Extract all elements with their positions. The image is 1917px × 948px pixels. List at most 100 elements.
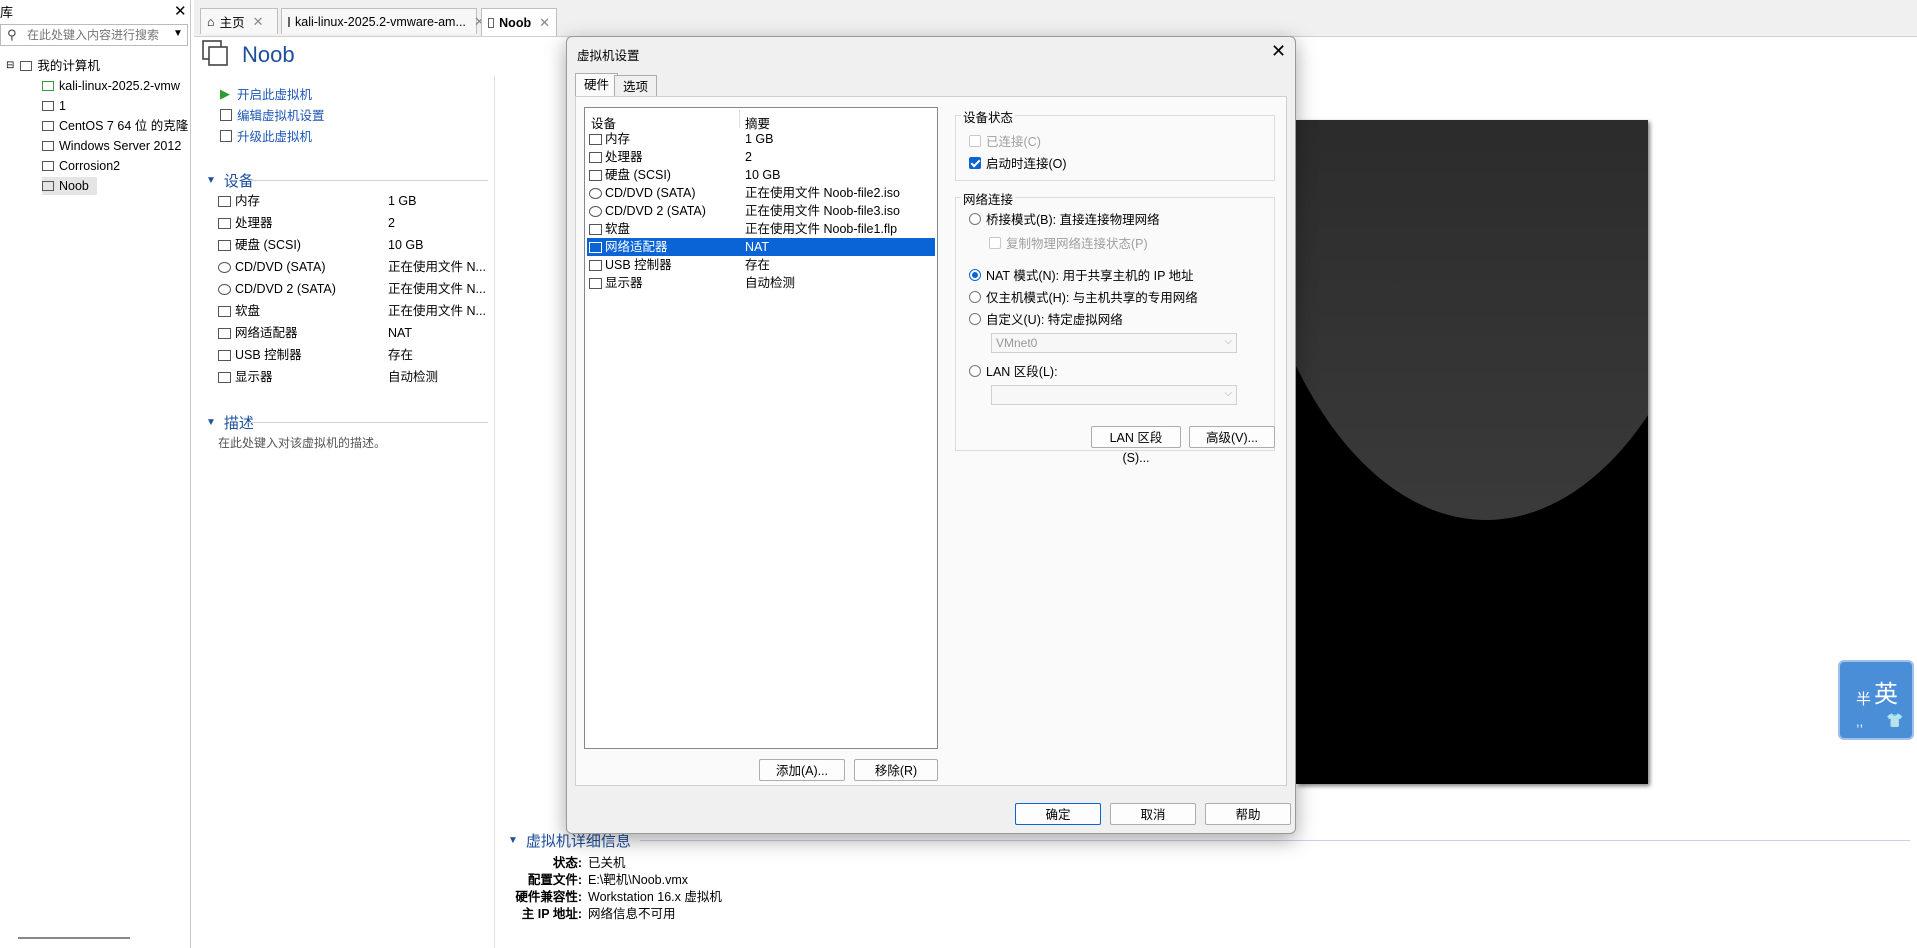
ime-punctuation: ,, [1856,714,1864,729]
hardware-row-memory[interactable]: 内存 1 GB [587,130,935,148]
device-row-processor[interactable]: 处理器 2 [218,213,488,233]
tree-item-1[interactable]: 1 [42,97,66,115]
device-row-floppy[interactable]: 软盘 正在使用文件 N... [218,301,488,321]
help-button[interactable]: 帮助 [1205,803,1291,825]
radio[interactable] [969,312,981,325]
device-row-network[interactable]: 网络适配器 NAT [218,323,488,343]
hardware-row-hdd[interactable]: 硬盘 (SCSI) 10 GB [587,166,935,184]
tree-item-noob[interactable]: Noob [42,177,97,195]
hardware-list[interactable]: 设备 摘要 内存 1 GB 处理器 2 硬盘 (SCSI) 10 GB CD/D… [584,107,938,749]
connect-at-power-on-checkbox[interactable]: 启动时连接(O) [969,153,1067,172]
dialog-title: 虚拟机设置 [577,49,640,63]
close-icon[interactable]: ✕ [174,2,187,20]
lan-segment-select[interactable]: ⌵ [991,385,1237,405]
close-icon[interactable]: ✕ [253,14,264,30]
device-row-hdd[interactable]: 硬盘 (SCSI) 10 GB [218,235,488,255]
device-value: NAT [388,326,413,340]
close-icon[interactable]: ✕ [1271,41,1286,62]
settings-icon [220,108,232,121]
tree-item-label: 1 [59,99,66,113]
tab-kali[interactable]: kali-linux-2025.2-vmware-am... ✕ [281,8,485,34]
usb-icon [218,349,231,361]
tab-home[interactable]: ⌂ 主页 ✕ [200,8,278,34]
collapse-triangle-icon[interactable]: ▼ [206,175,216,186]
tree-root[interactable]: ⊟ 我的计算机 [6,57,100,75]
horizontal-scrollbar[interactable] [18,937,130,939]
device-status-label: 设备状态 [961,107,1016,126]
monitor-icon [589,277,602,289]
add-hardware-button[interactable]: 添加(A)... [759,759,845,781]
hardware-name: 硬盘 (SCSI) [605,168,671,182]
description-section-header[interactable]: ▼ 描述 [206,412,254,433]
radio[interactable] [969,268,981,281]
hardware-row-cdrom2[interactable]: CD/DVD 2 (SATA) 正在使用文件 Noob-file3.iso [587,202,935,220]
tab-hardware[interactable]: 硬件 [575,73,619,97]
tree-item-label: Noob [59,179,89,193]
device-row-usb[interactable]: USB 控制器 存在 [218,345,488,365]
lan-segments-button[interactable]: LAN 区段(S)... [1091,426,1181,465]
tab-noob[interactable]: Noob ✕ [481,8,557,36]
hardware-row-floppy[interactable]: 软盘 正在使用文件 Noob-file1.flp [587,220,935,238]
hardware-row-usb[interactable]: USB 控制器 存在 [587,256,935,274]
tree-item-label: CentOS 7 64 位 的克隆 [59,119,189,133]
cpu-icon [589,151,602,163]
radio[interactable] [969,364,981,377]
edit-settings-action[interactable]: 编辑虚拟机设置 [220,105,325,124]
hardware-row-network[interactable]: 网络适配器 NAT [587,238,935,256]
nat-radio[interactable]: NAT 模式(N): 用于共享主机的 IP 地址 [969,265,1194,284]
checkbox[interactable] [969,134,981,147]
checkbox[interactable] [969,156,981,169]
device-row-cdrom2[interactable]: CD/DVD 2 (SATA) 正在使用文件 N... [218,279,488,299]
devices-section-header[interactable]: ▼ 设备 [206,170,254,191]
advanced-button[interactable]: 高级(V)... [1189,426,1275,448]
tree-item-kali[interactable]: kali-linux-2025.2-vmw [42,77,180,95]
hardware-row-display[interactable]: 显示器 自动检测 [587,274,935,292]
radio[interactable] [969,290,981,303]
replicate-state-checkbox[interactable]: 复制物理网络连接状态(P) [989,233,1148,252]
collapse-triangle-icon[interactable]: ▼ [206,417,216,428]
device-name: CD/DVD (SATA) [235,260,326,274]
cancel-button[interactable]: 取消 [1110,803,1196,825]
ime-status-widget[interactable]: 半 英 ,, 👕 [1838,660,1914,740]
network-connection-label: 网络连接 [961,189,1016,208]
chevron-down-icon[interactable]: ▼ [173,28,183,39]
ok-button[interactable]: 确定 [1015,803,1101,825]
host-only-radio[interactable]: 仅主机模式(H): 与主机共享的专用网络 [969,287,1198,306]
tree-item-corrosion2[interactable]: Corrosion2 [42,157,120,175]
library-search[interactable]: ⚲ ▼ [0,24,188,46]
remove-hardware-button[interactable]: 移除(R) [854,759,938,781]
close-icon[interactable]: ✕ [539,15,550,31]
tab-options[interactable]: 选项 [614,75,658,97]
vm-icon [42,121,54,131]
collapse-triangle-icon[interactable]: ▼ [508,835,518,846]
option-label: LAN 区段(L): [986,365,1058,379]
device-row-memory[interactable]: 内存 1 GB [218,191,488,211]
device-row-cdrom[interactable]: CD/DVD (SATA) 正在使用文件 N... [218,257,488,277]
device-name: 硬盘 (SCSI) [235,238,301,252]
tree-item-windows[interactable]: Windows Server 2012 [42,137,181,155]
device-name: 显示器 [235,370,273,384]
device-row-display[interactable]: 显示器 自动检测 [218,367,488,387]
memory-icon [218,195,231,207]
checkbox[interactable] [989,236,1001,249]
search-icon: ⚲ [7,27,17,42]
hardware-row-cdrom[interactable]: CD/DVD (SATA) 正在使用文件 Noob-file2.iso [587,184,935,202]
hardware-summary: 1 GB [745,132,774,146]
library-panel: 库 ✕ ⚲ ▼ ⊟ 我的计算机 kali-linux-2025.2-vmw 1 … [0,0,191,948]
bridged-radio[interactable]: 桥接模式(B): 直接连接物理网络 [969,209,1160,228]
select-value: VMnet0 [996,336,1038,350]
power-on-action[interactable]: ▶ 开启此虚拟机 [220,84,312,103]
upgrade-action[interactable]: 升级此虚拟机 [220,126,312,145]
search-input[interactable] [25,27,169,43]
connected-checkbox[interactable]: 已连接(C) [969,131,1041,150]
vm-screen-preview[interactable] [1296,120,1648,784]
hardware-row-processor[interactable]: 处理器 2 [587,148,935,166]
option-label: 启动时连接(O) [986,157,1067,171]
custom-radio[interactable]: 自定义(U): 特定虚拟网络 [969,309,1123,328]
radio[interactable] [969,212,981,225]
vmnet-select[interactable]: VMnet0 ⌵ [991,333,1237,353]
description-placeholder[interactable]: 在此处键入对该虚拟机的描述。 [218,434,386,451]
lan-segment-radio[interactable]: LAN 区段(L): [969,361,1058,380]
tree-item-centos[interactable]: CentOS 7 64 位 的克隆 [42,117,188,135]
collapse-icon[interactable]: ⊟ [6,57,14,75]
